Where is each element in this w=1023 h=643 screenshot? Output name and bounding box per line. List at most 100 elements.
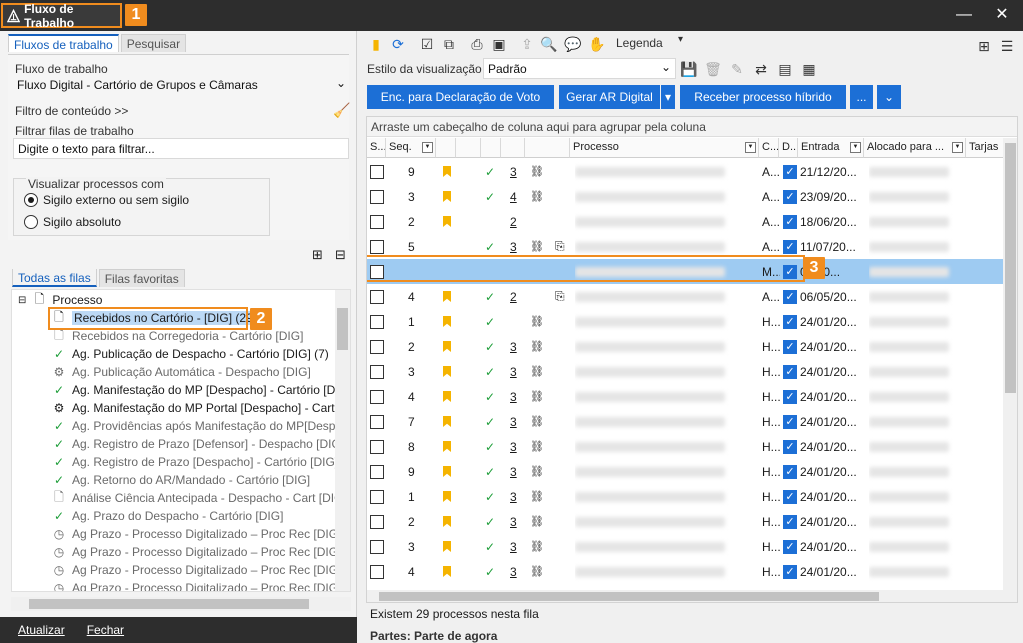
process-number-cell[interactable] — [575, 334, 755, 359]
doc-count-cell[interactable]: 3 — [510, 459, 524, 484]
legend-caret-icon[interactable]: ▾ — [678, 34, 683, 45]
table-row[interactable]: 4 ✓ 3 ⛓ H... ✓ 24/01/20... — [367, 384, 1017, 409]
column-header[interactable]: Seq. ▼ — [386, 138, 436, 158]
table-row[interactable]: 7 ✓ 3 ⛓ H... ✓ 24/01/20... — [367, 409, 1017, 434]
column-header[interactable]: Tarjas — [966, 138, 1006, 158]
column-header[interactable]: C... — [759, 138, 779, 158]
tree-expand-icon[interactable]: ⊞ — [312, 247, 323, 263]
doc-count-cell[interactable]: 3 — [510, 384, 524, 409]
table-row[interactable]: 9 ✓ 3 ⛓ H... ✓ 24/01/20... — [367, 459, 1017, 484]
refresh-icon[interactable]: ⟳ — [389, 35, 407, 53]
queue-filter-input[interactable]: Digite o texto para filtrar... — [13, 138, 349, 159]
process-number-cell[interactable] — [575, 284, 755, 309]
process-number-cell[interactable] — [575, 209, 755, 234]
process-number-cell[interactable] — [575, 359, 755, 384]
tree-hscroll-thumb[interactable] — [29, 599, 309, 609]
layout-icon[interactable]: ▦ — [800, 60, 818, 78]
table-row[interactable]: 4 ✓ 2 ⎘ A... ✓ 06/05/20... — [367, 284, 1017, 309]
process-number-cell[interactable] — [575, 459, 755, 484]
process-number-cell[interactable] — [575, 184, 755, 209]
doc-count-cell[interactable]: 3 — [510, 334, 524, 359]
row-select-checkbox[interactable] — [370, 459, 386, 484]
gerar-ar-digital-button[interactable]: Gerar AR Digital — [559, 85, 660, 109]
upload-icon[interactable]: ⇪ — [518, 35, 536, 53]
process-number-cell[interactable] — [575, 484, 755, 509]
doc-count-cell[interactable]: 4 — [510, 184, 524, 209]
receber-hibrido-button[interactable]: Receber processo híbrido — [680, 85, 846, 109]
tree-item[interactable]: ◷ Ag Prazo - Processo Digitalizado – Proc… — [52, 561, 342, 579]
doc-count-cell[interactable]: 3 — [510, 359, 524, 384]
tree-item[interactable]: ✓ Ag. Registro de Prazo [Defensor] - Desp… — [52, 435, 344, 453]
doc-count-cell[interactable]: 2 — [510, 209, 524, 234]
doc-count-cell[interactable]: 3 — [510, 434, 524, 459]
doc-count-cell[interactable]: 2 — [510, 284, 524, 309]
minimize-icon[interactable]: — — [952, 6, 976, 26]
tree-item[interactable]: ✓ Ag. Retorno do AR/Mandado - Cartório [D… — [52, 471, 310, 489]
tree-collapse-icon[interactable]: ⊟ — [335, 247, 346, 263]
column-header[interactable] — [501, 138, 525, 158]
table-row[interactable]: 3 ✓ 4 ⛓ A... ✓ 23/09/20... — [367, 184, 1017, 209]
workflow-select[interactable]: Fluxo Digital - Cartório de Grupos e Câm… — [13, 75, 350, 96]
row-select-checkbox[interactable] — [370, 534, 386, 559]
save-doc-icon[interactable]: ▣ — [490, 35, 508, 53]
tab-pesquisar[interactable]: Pesquisar — [120, 34, 187, 52]
process-number-cell[interactable] — [575, 309, 755, 334]
gerar-ar-dropdown-icon[interactable]: ▾ — [661, 85, 675, 109]
process-number-cell[interactable] — [575, 434, 755, 459]
more-actions-button[interactable]: ... — [850, 85, 873, 109]
doc-count-cell[interactable]: 3 — [510, 534, 524, 559]
enc-declaracao-voto-button[interactable]: Enc. para Declaração de Voto — [367, 85, 554, 109]
row-select-checkbox[interactable] — [370, 284, 386, 309]
table-row[interactable]: 3 ✓ 3 ⛓ H... ✓ 24/01/20... — [367, 534, 1017, 559]
tree-item[interactable]: 🗋 Análise Ciência Antecipada - Despacho -… — [52, 489, 347, 507]
tree-item[interactable]: ⚙ Ag. Manifestação do MP Portal [Despacho… — [52, 399, 347, 417]
row-select-checkbox[interactable] — [370, 384, 386, 409]
row-select-checkbox[interactable] — [370, 509, 386, 534]
search-user-icon[interactable]: 🔍 — [540, 35, 558, 53]
doc-count-cell[interactable]: 3 — [510, 159, 524, 184]
row-select-checkbox[interactable] — [370, 334, 386, 359]
table-row[interactable]: 3 ✓ 3 ⛓ H... ✓ 24/01/20... — [367, 359, 1017, 384]
atualizar-button[interactable]: Atualizar — [18, 623, 65, 637]
row-select-checkbox[interactable] — [370, 209, 386, 234]
column-header[interactable]: Entrada ▼ — [798, 138, 864, 158]
tree-item[interactable]: ⚙ Ag. Publicação Automática - Despacho [D… — [52, 363, 311, 381]
doc-count-cell[interactable]: 3 — [510, 409, 524, 434]
tree-item[interactable]: ✓ Ag. Registro de Prazo [Despacho] - Cart… — [52, 453, 338, 471]
row-select-checkbox[interactable] — [370, 484, 386, 509]
table-row[interactable]: 2 ✓ 3 ⛓ H... ✓ 24/01/20... — [367, 334, 1017, 359]
process-number-cell[interactable] — [575, 534, 755, 559]
copy-icon[interactable]: ⧉ — [440, 35, 458, 53]
filter-icon[interactable]: ▼ — [422, 142, 433, 153]
column-header[interactable]: D... — [779, 138, 798, 158]
row-select-checkbox[interactable] — [370, 184, 386, 209]
table-row[interactable]: 1 ✓ ⛓ H... ✓ 24/01/20... — [367, 309, 1017, 334]
doc-count-cell[interactable]: 3 — [510, 484, 524, 509]
report-icon[interactable]: ▤ — [776, 60, 794, 78]
table-row[interactable]: 9 ✓ 3 ⛓ A... ✓ 21/12/20... — [367, 159, 1017, 184]
grid-vscroll-thumb[interactable] — [1005, 143, 1016, 393]
tree-item[interactable]: ✓ Ag. Prazo do Despacho - Cartório [DIG] — [52, 507, 283, 525]
comment-icon[interactable]: 💬 — [564, 35, 582, 53]
close-icon[interactable]: ✕ — [990, 6, 1014, 26]
column-header[interactable]: Alocado para ... ▼ — [864, 138, 966, 158]
row-select-checkbox[interactable] — [370, 559, 386, 584]
table-row[interactable]: 8 ✓ 3 ⛓ H... ✓ 24/01/20... — [367, 434, 1017, 459]
fechar-button[interactable]: Fechar — [87, 623, 124, 637]
row-select-checkbox[interactable] — [370, 434, 386, 459]
user-action-icon[interactable]: ✋ — [588, 35, 606, 53]
radio-sigilo-absoluto[interactable]: Sigilo absoluto — [24, 215, 121, 229]
process-number-cell[interactable] — [575, 159, 755, 184]
tab-fluxos[interactable]: Fluxos de trabalho — [8, 34, 119, 52]
column-header[interactable]: Processo ▼ — [570, 138, 759, 158]
tree-item[interactable]: ✓ Ag. Manifestação do MP [Despacho] - Car… — [52, 381, 350, 399]
process-number-cell[interactable] — [575, 384, 755, 409]
legend-dropdown[interactable]: Legenda — [616, 36, 663, 50]
print-icon[interactable]: ⎙ — [468, 35, 486, 53]
row-select-checkbox[interactable] — [370, 409, 386, 434]
tab-filas-favoritas[interactable]: Filas favoritas — [98, 269, 185, 287]
column-header[interactable] — [436, 138, 456, 158]
tree-view-icon[interactable]: ⊞ — [975, 37, 993, 55]
save-icon[interactable]: 💾 — [680, 60, 698, 78]
tree-item[interactable]: ◷ Ag Prazo - Processo Digitalizado – Proc… — [52, 579, 342, 591]
